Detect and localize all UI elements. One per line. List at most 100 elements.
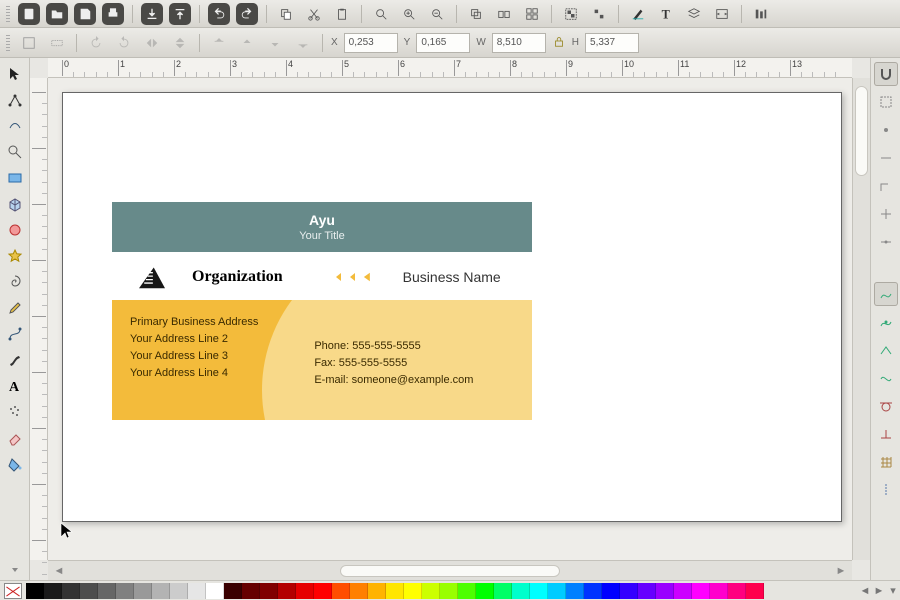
snap-midpoint[interactable] xyxy=(874,230,898,254)
select-same-button[interactable] xyxy=(46,32,68,54)
ruler-horizontal[interactable]: 012345678910111213 xyxy=(48,58,852,78)
snap-center[interactable] xyxy=(874,202,898,226)
card-title[interactable]: Your Title xyxy=(112,230,532,242)
scrollbar-horizontal[interactable]: ◄ ► xyxy=(48,560,852,580)
addr-line[interactable]: Your Address Line 4 xyxy=(130,365,314,382)
color-swatch[interactable] xyxy=(620,583,638,599)
card-footer[interactable]: Primary Business Address Your Address Li… xyxy=(112,300,532,420)
color-swatch[interactable] xyxy=(170,583,188,599)
snap-smooth[interactable] xyxy=(874,366,898,390)
phone-line[interactable]: Phone: 555-555-5555 xyxy=(314,338,506,355)
color-swatch[interactable] xyxy=(116,583,134,599)
cut-button[interactable] xyxy=(303,3,325,25)
snap-toggle[interactable] xyxy=(874,62,898,86)
snap-node[interactable] xyxy=(874,118,898,142)
email-line[interactable]: E-mail: someone@example.com xyxy=(314,372,506,389)
color-swatch[interactable] xyxy=(44,583,62,599)
snap-perp[interactable] xyxy=(874,422,898,446)
select-all-layers-button[interactable] xyxy=(18,32,40,54)
print-button[interactable] xyxy=(102,3,124,25)
group-button[interactable] xyxy=(560,3,582,25)
card-header[interactable]: Ayu Your Title xyxy=(112,202,532,252)
lower-button[interactable] xyxy=(264,32,286,54)
text-tool-shortcut[interactable]: T xyxy=(655,3,677,25)
duplicate-button[interactable] xyxy=(465,3,487,25)
ruler-vertical[interactable] xyxy=(30,78,48,560)
palette-scroll-left-icon[interactable]: ◄ xyxy=(858,583,872,599)
business-card[interactable]: Ayu Your Title Organization Business Nam… xyxy=(112,202,532,420)
lower-bottom-button[interactable] xyxy=(292,32,314,54)
toolbar-grip-2[interactable] xyxy=(6,35,10,51)
scrollbar-thumb-v[interactable] xyxy=(855,86,868,176)
color-swatch[interactable] xyxy=(404,583,422,599)
tweak-tool[interactable] xyxy=(3,114,27,138)
expand-toolbox-icon[interactable] xyxy=(3,560,27,580)
color-swatch[interactable] xyxy=(566,583,584,599)
rect-tool[interactable] xyxy=(3,166,27,190)
color-swatch[interactable] xyxy=(710,583,728,599)
import-button[interactable] xyxy=(141,3,163,25)
flip-h-button[interactable] xyxy=(141,32,163,54)
ungroup-button[interactable] xyxy=(588,3,610,25)
color-swatch[interactable] xyxy=(584,583,602,599)
card-org-row[interactable]: Organization Business Name xyxy=(112,252,532,300)
canvas[interactable]: Ayu Your Title Organization Business Nam… xyxy=(48,78,852,560)
contact-block[interactable]: Phone: 555-555-5555 Fax: 555-555-5555 E-… xyxy=(314,314,506,389)
page[interactable]: Ayu Your Title Organization Business Nam… xyxy=(62,92,842,522)
color-swatch[interactable] xyxy=(746,583,764,599)
color-swatch[interactable] xyxy=(656,583,674,599)
color-swatch[interactable] xyxy=(638,583,656,599)
fax-line[interactable]: Fax: 555-555-5555 xyxy=(314,355,506,372)
snap-guide[interactable] xyxy=(874,478,898,502)
zoom-in-button[interactable] xyxy=(398,3,420,25)
new-doc-button[interactable] xyxy=(18,3,40,25)
h-field[interactable]: 5,337 xyxy=(585,33,639,53)
color-swatch[interactable] xyxy=(296,583,314,599)
open-doc-button[interactable] xyxy=(46,3,68,25)
scrollbar-vertical[interactable] xyxy=(852,78,870,560)
color-swatch[interactable] xyxy=(530,583,548,599)
color-swatch[interactable] xyxy=(152,583,170,599)
palette-menu-icon[interactable]: ▾ xyxy=(886,583,900,599)
color-swatch[interactable] xyxy=(422,583,440,599)
color-swatch[interactable] xyxy=(224,583,242,599)
copy-button[interactable] xyxy=(275,3,297,25)
snap-bbox[interactable] xyxy=(874,90,898,114)
address-block[interactable]: Primary Business Address Your Address Li… xyxy=(130,314,314,382)
zoom-tool[interactable] xyxy=(3,140,27,164)
raise-top-button[interactable] xyxy=(208,32,230,54)
star-tool[interactable] xyxy=(3,244,27,268)
org-name[interactable]: Organization xyxy=(192,268,283,286)
paste-button[interactable] xyxy=(331,3,353,25)
save-button[interactable] xyxy=(74,3,96,25)
snap-path[interactable] xyxy=(874,282,898,306)
rotate-cw-button[interactable] xyxy=(113,32,135,54)
raise-button[interactable] xyxy=(236,32,258,54)
spray-tool[interactable] xyxy=(3,400,27,424)
addr-line[interactable]: Primary Business Address xyxy=(130,314,314,331)
no-fill-swatch[interactable] xyxy=(4,583,22,599)
color-swatch[interactable] xyxy=(62,583,80,599)
color-swatch[interactable] xyxy=(548,583,566,599)
business-name[interactable]: Business Name xyxy=(403,269,501,285)
color-swatch[interactable] xyxy=(98,583,116,599)
rotate-ccw-button[interactable] xyxy=(85,32,107,54)
selector-tool[interactable] xyxy=(3,62,27,86)
snap-cusp[interactable] xyxy=(874,338,898,362)
color-swatch[interactable] xyxy=(728,583,746,599)
snap-corner[interactable] xyxy=(874,174,898,198)
text-tool[interactable]: A xyxy=(3,374,27,398)
color-swatch[interactable] xyxy=(26,583,44,599)
zoom-out-button[interactable] xyxy=(426,3,448,25)
clone-button[interactable] xyxy=(493,3,515,25)
color-swatch[interactable] xyxy=(188,583,206,599)
org-logo-icon[interactable] xyxy=(134,264,170,290)
color-swatch[interactable] xyxy=(206,583,224,599)
color-swatch[interactable] xyxy=(80,583,98,599)
palette-scroll-right-icon[interactable]: ► xyxy=(872,583,886,599)
color-swatch[interactable] xyxy=(368,583,386,599)
y-field[interactable]: 0,165 xyxy=(416,33,470,53)
flip-v-button[interactable] xyxy=(169,32,191,54)
node-tool[interactable] xyxy=(3,88,27,112)
color-swatch[interactable] xyxy=(512,583,530,599)
